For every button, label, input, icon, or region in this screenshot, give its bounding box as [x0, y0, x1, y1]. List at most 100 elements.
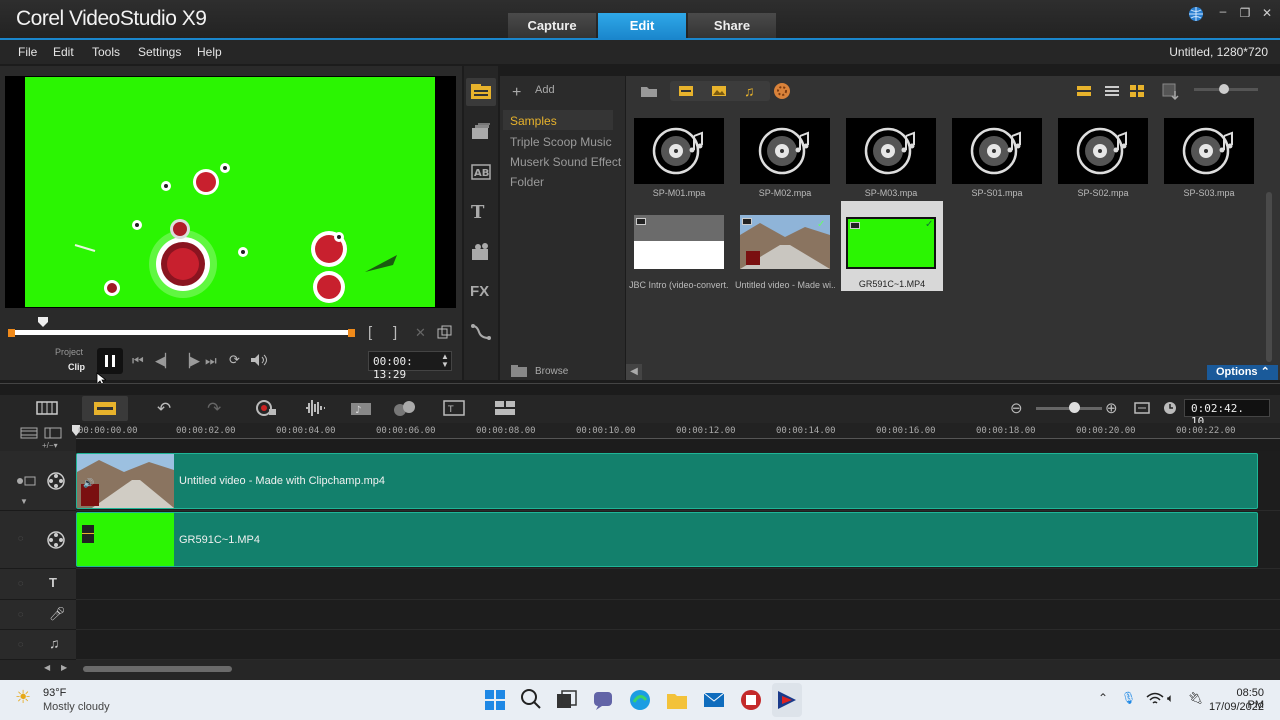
- show-audio-icon[interactable]: ♫: [744, 83, 755, 99]
- repeat-icon[interactable]: ⟳: [229, 352, 240, 368]
- track-expand-icon[interactable]: ▼: [20, 497, 28, 506]
- add-track-icon[interactable]: +/−▾: [42, 441, 58, 450]
- thumbnail-size-handle[interactable]: [1219, 84, 1229, 94]
- microphone-tray-icon[interactable]: 🎙︎: [1121, 691, 1136, 705]
- edge-icon[interactable]: [629, 689, 651, 711]
- timeline-view-button[interactable]: [82, 396, 128, 421]
- zoom-out-icon[interactable]: ⊖: [1010, 399, 1023, 417]
- tab-capture[interactable]: Capture: [508, 13, 596, 39]
- menu-help[interactable]: Help: [197, 45, 222, 59]
- chevron-up-icon[interactable]: ⌃: [1098, 691, 1108, 705]
- tab-edit[interactable]: Edit: [598, 13, 686, 39]
- zoom-in-icon[interactable]: ⊕: [1105, 399, 1118, 417]
- thumbnail-view-icon[interactable]: [1129, 84, 1145, 98]
- menu-tools[interactable]: Tools: [92, 45, 120, 59]
- video-clip[interactable]: 🔊 Untitled video - Made with Clipchamp.m…: [76, 453, 1258, 509]
- videostudio-taskbar-icon[interactable]: [740, 689, 762, 711]
- undo-icon[interactable]: ↶: [157, 399, 171, 419]
- menu-file[interactable]: File: [18, 45, 37, 59]
- speaker-icon[interactable]: 🔈︎: [1167, 691, 1174, 706]
- clip-mode-label[interactable]: Clip: [68, 362, 85, 372]
- add-icon[interactable]: +: [512, 84, 521, 102]
- show-photos-icon[interactable]: [711, 85, 727, 97]
- title-track-header[interactable]: ◌ T: [0, 569, 76, 600]
- timecode-display[interactable]: 00:00: 13:29: [368, 351, 452, 381]
- previous-icon[interactable]: ◀▏: [155, 353, 175, 369]
- video-track-header[interactable]: ▼: [0, 451, 76, 511]
- graphic-icon[interactable]: [470, 242, 492, 262]
- track-lock-icon[interactable]: ◌: [18, 609, 23, 619]
- nav-item-muserk[interactable]: Muserk Sound Effect: [510, 155, 621, 169]
- folder-icon[interactable]: [640, 84, 658, 98]
- list-view-icon[interactable]: [1076, 84, 1092, 98]
- chat-icon[interactable]: [592, 689, 614, 711]
- record-capture-icon[interactable]: [255, 399, 277, 417]
- mark-out-handle[interactable]: [348, 329, 355, 337]
- clock-date[interactable]: 17/09/2022: [1199, 701, 1264, 713]
- weather-desc[interactable]: Mostly cloudy: [43, 701, 110, 713]
- voice-track-header[interactable]: ◌ 🎤︎: [0, 600, 76, 630]
- file-explorer-icon[interactable]: [666, 689, 688, 711]
- mail-icon[interactable]: [703, 689, 725, 711]
- library-scrollbar[interactable]: [1266, 192, 1272, 362]
- sort-icon[interactable]: [773, 82, 791, 100]
- library-item[interactable]: SP-S02.mpa: [1053, 113, 1153, 201]
- options-button[interactable]: Options ⌃: [1207, 365, 1278, 380]
- project-mode-label[interactable]: Project: [55, 347, 83, 357]
- pause-button[interactable]: [97, 348, 123, 374]
- library-item[interactable]: SP-M01.mpa: [629, 113, 729, 201]
- active-app-button[interactable]: [772, 683, 802, 717]
- scroll-right-icon[interactable]: ▶: [61, 663, 67, 672]
- timecode-spinner-icon[interactable]: ▲ ▼: [441, 353, 449, 369]
- weather-icon[interactable]: ☀: [15, 687, 31, 708]
- track-manager-icon[interactable]: [20, 427, 38, 439]
- overlay-track-header[interactable]: ◌: [0, 511, 76, 569]
- mark-out-icon[interactable]: ]: [393, 324, 397, 341]
- browse-icon[interactable]: [510, 364, 528, 378]
- library-item[interactable]: SP-M02.mpa: [735, 113, 835, 201]
- home-icon[interactable]: ⏮: [132, 353, 144, 369]
- nav-item-samples[interactable]: Samples: [510, 114, 557, 128]
- menu-edit[interactable]: Edit: [53, 45, 74, 59]
- close-icon[interactable]: ✕: [1257, 6, 1277, 22]
- title-text-icon[interactable]: T: [471, 202, 484, 223]
- end-icon[interactable]: ⏭: [205, 353, 217, 369]
- track-lock-icon[interactable]: ◌: [18, 578, 23, 588]
- cut-icon[interactable]: ✕: [415, 325, 426, 341]
- multi-trim-icon[interactable]: [494, 400, 516, 416]
- start-icon[interactable]: [484, 689, 506, 711]
- library-item[interactable]: SP-S01.mpa: [947, 113, 1047, 201]
- menu-settings[interactable]: Settings: [138, 45, 181, 59]
- track-lock-icon[interactable]: ◌: [18, 533, 23, 543]
- next-icon[interactable]: ▕▶: [180, 353, 200, 369]
- restore-icon[interactable]: ❐: [1235, 6, 1255, 22]
- show-videos-icon[interactable]: [678, 85, 694, 97]
- library-item[interactable]: ✓ Untitled video - Made wi...: [735, 203, 835, 291]
- filter-fx-icon[interactable]: FX: [470, 283, 489, 300]
- task-view-icon[interactable]: [556, 689, 578, 711]
- track-lock-icon[interactable]: ◌: [18, 639, 23, 649]
- subtitle-editor-icon[interactable]: T: [443, 400, 465, 416]
- chapter-point-icon[interactable]: [44, 427, 62, 439]
- mark-in-handle[interactable]: [8, 329, 15, 337]
- playhead-handle[interactable]: [37, 316, 49, 328]
- scrub-bar[interactable]: [10, 330, 353, 335]
- enlarge-icon[interactable]: [437, 325, 452, 340]
- scroll-left-icon[interactable]: ◀: [44, 663, 50, 672]
- storyboard-view-icon[interactable]: [36, 400, 58, 416]
- motion-tracking-icon[interactable]: [393, 399, 417, 417]
- library-item[interactable]: JBC Intro (video-convert...: [629, 203, 729, 291]
- weather-temp[interactable]: 93°F: [43, 687, 66, 699]
- auto-music-icon[interactable]: ♪: [350, 399, 372, 417]
- timeline-scrollbar[interactable]: [83, 666, 232, 672]
- volume-icon[interactable]: [250, 353, 268, 367]
- minimize-icon[interactable]: –: [1213, 4, 1233, 20]
- collapse-library-icon[interactable]: ◀: [626, 364, 642, 380]
- search-icon[interactable]: [520, 688, 542, 710]
- track-lock-icon[interactable]: [16, 475, 36, 487]
- redo-icon[interactable]: ↷: [207, 399, 221, 419]
- music-track-header[interactable]: ◌ ♫: [0, 630, 76, 660]
- instant-project-icon[interactable]: [470, 122, 492, 142]
- library-item-selected[interactable]: ✓ GR591C~1.MP4: [841, 201, 943, 291]
- library-item[interactable]: SP-S03.mpa: [1159, 113, 1259, 201]
